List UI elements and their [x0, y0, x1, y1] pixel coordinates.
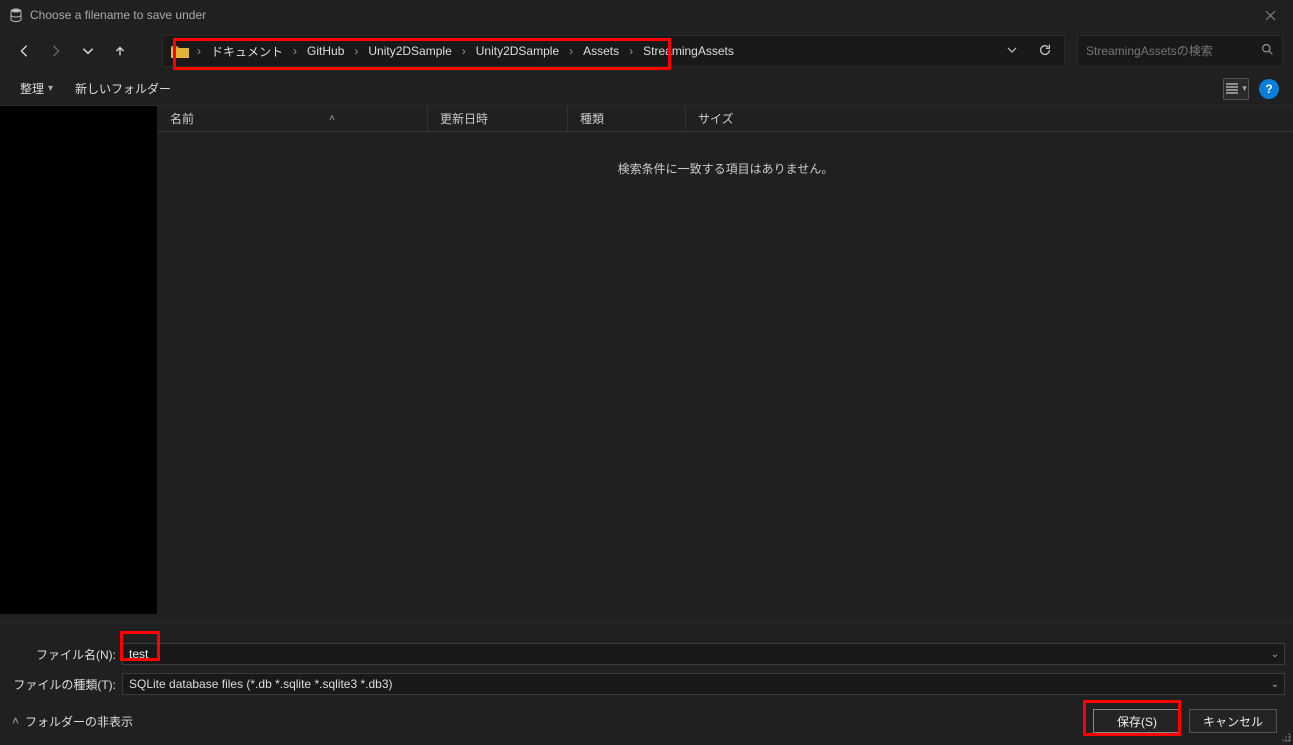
- recent-dropdown[interactable]: [74, 37, 102, 65]
- chevron-down-icon: ▾: [1242, 83, 1247, 94]
- address-bar[interactable]: › ドキュメント › GitHub › Unity2DSample › Unit…: [162, 35, 1065, 67]
- empty-list-message: 検索条件に一致する項目はありません。: [158, 160, 1293, 177]
- database-icon: [8, 7, 24, 23]
- dialog-footer: ˄ フォルダーの非表示 保存(S) キャンセル: [0, 698, 1293, 744]
- hide-folders-toggle[interactable]: ˄ フォルダーの非表示: [12, 713, 133, 730]
- folder-icon: [169, 40, 191, 62]
- back-button[interactable]: [10, 37, 38, 65]
- chevron-right-icon[interactable]: ›: [195, 44, 203, 58]
- column-type[interactable]: 種類: [568, 106, 686, 131]
- chevron-right-icon[interactable]: ›: [291, 44, 299, 58]
- save-button[interactable]: 保存(S): [1093, 709, 1181, 733]
- address-dropdown[interactable]: [998, 40, 1026, 63]
- close-button[interactable]: [1248, 0, 1293, 30]
- refresh-button[interactable]: [1032, 39, 1058, 64]
- breadcrumb-item[interactable]: Assets: [575, 36, 627, 66]
- organize-menu[interactable]: 整理 ▾: [14, 76, 59, 101]
- breadcrumb: › ドキュメント › GitHub › Unity2DSample › Unit…: [195, 36, 998, 66]
- save-form: ファイル名(N): ⌄ ファイルの種類(T): SQLite database …: [0, 622, 1293, 744]
- search-box[interactable]: [1077, 35, 1283, 67]
- help-button[interactable]: ?: [1259, 79, 1279, 99]
- chevron-up-icon: ˄: [12, 714, 19, 728]
- filename-dropdown[interactable]: ⌄: [1266, 644, 1284, 664]
- navigation-row: › ドキュメント › GitHub › Unity2DSample › Unit…: [0, 30, 1293, 72]
- filetype-value: SQLite database files (*.db *.sqlite *.s…: [123, 677, 392, 691]
- file-list: 名前 ˄ 更新日時 種類 サイズ 検索条件に一致する項目はありません。: [158, 106, 1293, 614]
- filetype-select[interactable]: SQLite database files (*.db *.sqlite *.s…: [122, 673, 1285, 695]
- breadcrumb-item[interactable]: StreamingAssets: [635, 36, 742, 66]
- column-headers: 名前 ˄ 更新日時 種類 サイズ: [158, 106, 1293, 132]
- cancel-button[interactable]: キャンセル: [1189, 709, 1277, 733]
- view-mode-button[interactable]: ▾: [1223, 78, 1249, 100]
- organize-label: 整理: [20, 80, 44, 97]
- chevron-right-icon[interactable]: ›: [567, 44, 575, 58]
- hide-folders-label: フォルダーの非表示: [25, 713, 133, 730]
- filename-field-wrapper: ⌄: [122, 643, 1285, 665]
- new-folder-button[interactable]: 新しいフォルダー: [69, 76, 177, 101]
- breadcrumb-item[interactable]: Unity2DSample: [468, 36, 567, 66]
- chevron-right-icon[interactable]: ›: [460, 44, 468, 58]
- forward-button[interactable]: [42, 37, 70, 65]
- filename-label: ファイル名(N):: [0, 646, 122, 663]
- breadcrumb-item[interactable]: Unity2DSample: [360, 36, 459, 66]
- chevron-down-icon: ▾: [48, 83, 53, 94]
- filetype-dropdown[interactable]: ⌄: [1266, 674, 1284, 694]
- column-date[interactable]: 更新日時: [428, 106, 568, 131]
- navigation-tree[interactable]: [0, 106, 158, 614]
- new-folder-label: 新しいフォルダー: [75, 80, 171, 97]
- chevron-right-icon[interactable]: ›: [352, 44, 360, 58]
- sort-ascending-icon: ˄: [329, 113, 335, 124]
- resize-grip[interactable]: [1279, 730, 1291, 742]
- filename-input[interactable]: [123, 647, 1266, 661]
- column-size[interactable]: サイズ: [686, 106, 1293, 131]
- breadcrumb-item[interactable]: ドキュメント: [203, 36, 291, 66]
- chevron-right-icon[interactable]: ›: [627, 44, 635, 58]
- breadcrumb-item[interactable]: GitHub: [299, 36, 352, 66]
- filetype-label: ファイルの種類(T):: [0, 676, 122, 693]
- titlebar: Choose a filename to save under: [0, 0, 1293, 30]
- up-button[interactable]: [106, 37, 134, 65]
- window-title: Choose a filename to save under: [30, 8, 206, 22]
- search-icon[interactable]: [1261, 43, 1274, 59]
- column-name[interactable]: 名前 ˄: [158, 106, 428, 131]
- search-input[interactable]: [1086, 44, 1255, 58]
- toolbar: 整理 ▾ 新しいフォルダー ▾ ?: [0, 72, 1293, 106]
- content-area: 名前 ˄ 更新日時 種類 サイズ 検索条件に一致する項目はありません。: [0, 106, 1293, 614]
